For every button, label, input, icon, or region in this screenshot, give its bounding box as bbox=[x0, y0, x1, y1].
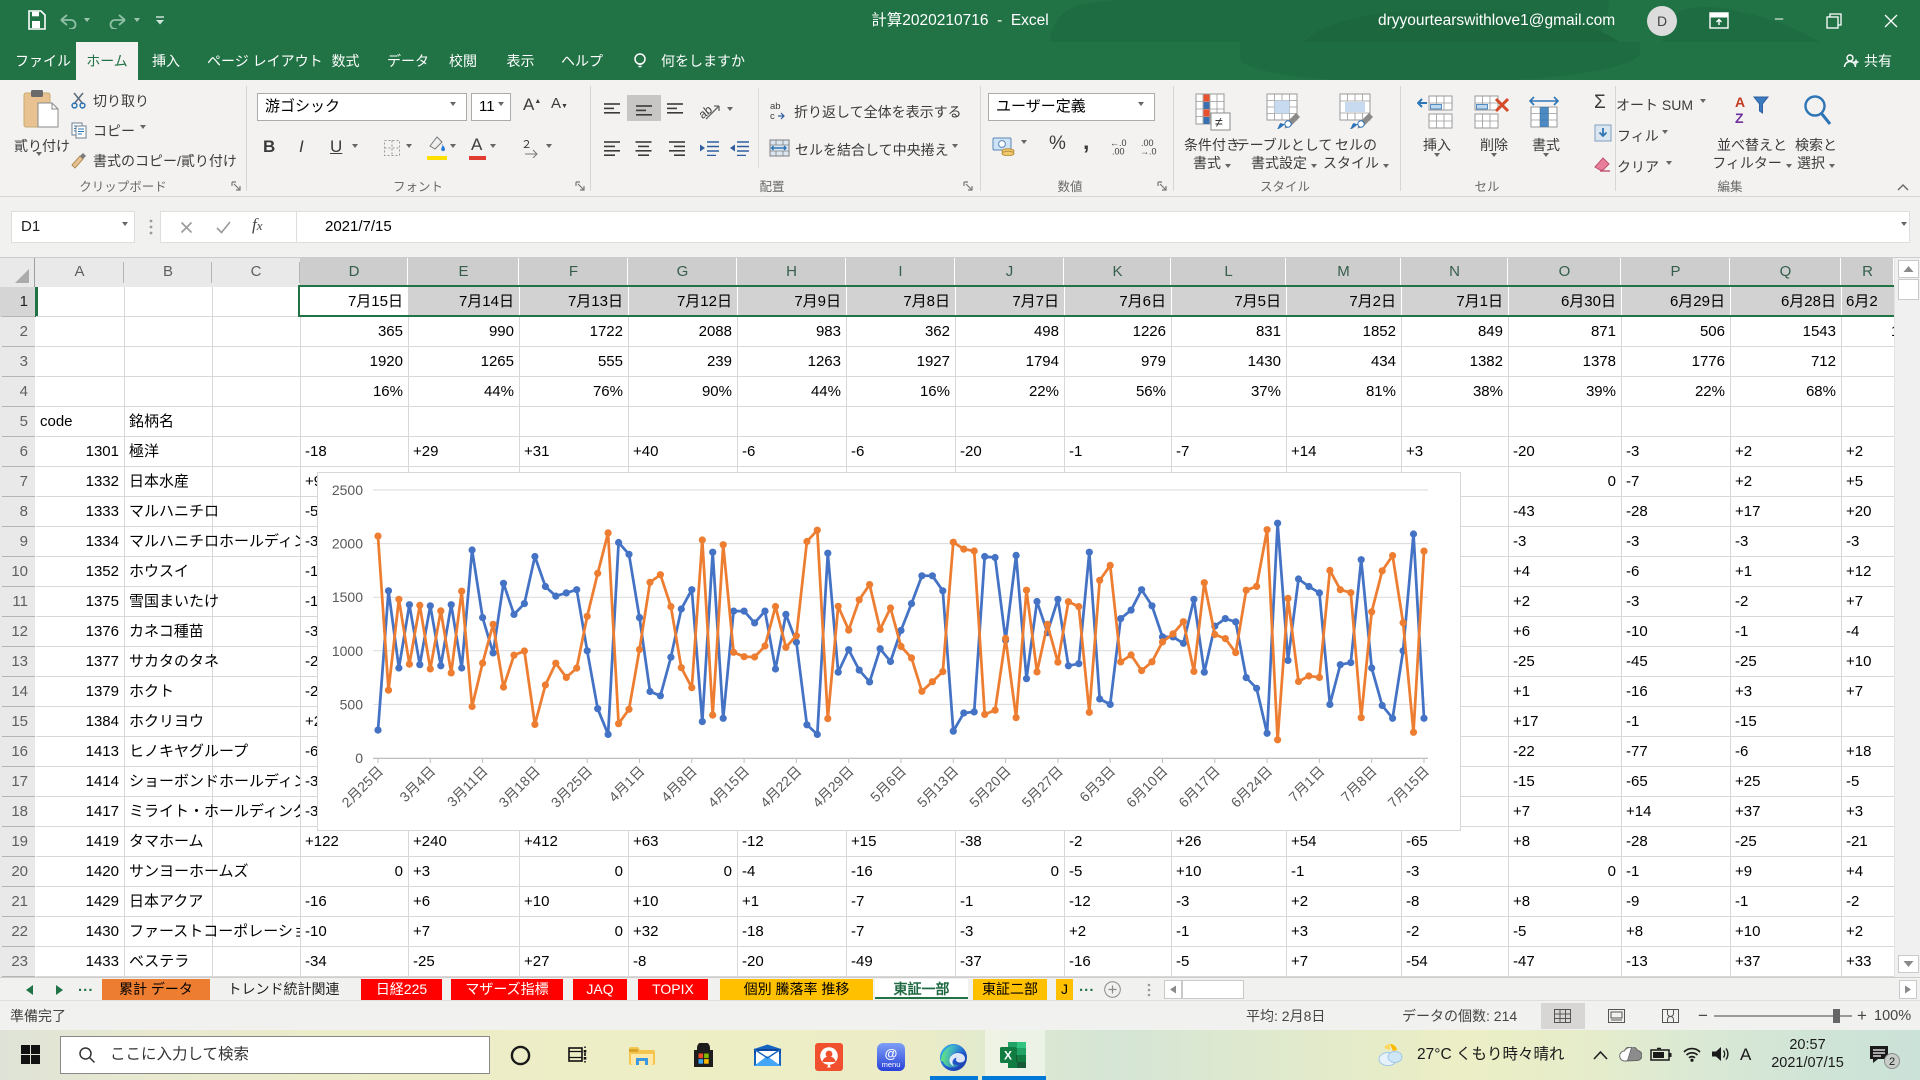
svg-text:3月18日: 3月18日 bbox=[495, 763, 543, 811]
svg-text:2月25日: 2月25日 bbox=[338, 763, 386, 811]
svg-text:5月20日: 5月20日 bbox=[966, 763, 1014, 811]
svg-text:2000: 2000 bbox=[332, 536, 363, 552]
svg-text:２: ２ bbox=[521, 139, 532, 151]
svg-text:1500: 1500 bbox=[332, 589, 363, 605]
svg-text:X: X bbox=[1004, 1049, 1012, 1063]
svg-text:6月24日: 6月24日 bbox=[1228, 763, 1276, 811]
svg-text:Z: Z bbox=[1735, 110, 1744, 126]
svg-text:6月3日: 6月3日 bbox=[1076, 763, 1118, 805]
svg-text:3月25日: 3月25日 bbox=[548, 763, 596, 811]
svg-text:4月22日: 4月22日 bbox=[757, 763, 805, 811]
svg-text:6月17日: 6月17日 bbox=[1175, 763, 1223, 811]
svg-text:1000: 1000 bbox=[332, 643, 363, 659]
svg-text:2500: 2500 bbox=[332, 482, 363, 498]
svg-text:5月6日: 5月6日 bbox=[867, 763, 909, 805]
svg-text:4月15日: 4月15日 bbox=[705, 763, 753, 811]
svg-text:3月11日: 3月11日 bbox=[444, 763, 491, 810]
svg-text:A: A bbox=[1735, 94, 1745, 110]
svg-text:7月8日: 7月8日 bbox=[1338, 763, 1380, 805]
svg-text:4月29日: 4月29日 bbox=[809, 763, 857, 811]
svg-text:.00: .00 bbox=[1112, 147, 1125, 156]
svg-text:@: @ bbox=[885, 1046, 898, 1061]
svg-text:0: 0 bbox=[355, 750, 363, 766]
svg-text:6月10日: 6月10日 bbox=[1123, 763, 1171, 811]
svg-text:4月8日: 4月8日 bbox=[658, 763, 700, 805]
svg-text:3月4日: 3月4日 bbox=[396, 763, 438, 805]
svg-text:5月27日: 5月27日 bbox=[1018, 763, 1066, 811]
svg-text:menu: menu bbox=[882, 1060, 901, 1069]
svg-text:c: c bbox=[770, 111, 775, 120]
svg-text:4月1日: 4月1日 bbox=[605, 763, 647, 805]
svg-text:500: 500 bbox=[340, 696, 364, 712]
svg-text:≠: ≠ bbox=[1215, 114, 1223, 130]
svg-text:7月15日: 7月15日 bbox=[1384, 763, 1432, 811]
svg-text:7月1日: 7月1日 bbox=[1285, 763, 1327, 805]
svg-text:5月13日: 5月13日 bbox=[914, 763, 962, 811]
